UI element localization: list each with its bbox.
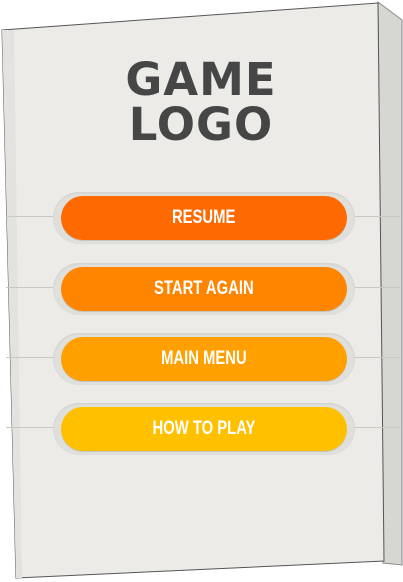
pause-menu-screen: GAME LOGO RESUME START AGAIN MAIN MENU H… [0, 0, 403, 582]
game-logo-line1: GAME [125, 53, 277, 106]
menu-row-how-to-play: HOW TO PLAY [0, 399, 403, 459]
menu-row-main-menu: MAIN MENU [0, 329, 403, 389]
resume-button[interactable]: RESUME [61, 196, 347, 240]
main-menu-button[interactable]: MAIN MENU [61, 337, 347, 381]
menu-row-resume: RESUME [0, 188, 403, 248]
divider-line [6, 216, 56, 217]
how-to-play-button[interactable]: HOW TO PLAY [61, 407, 347, 451]
resume-button-label: RESUME [172, 207, 236, 228]
menu-row-start-again: START AGAIN [0, 259, 403, 319]
divider-line [6, 427, 56, 428]
divider-line [6, 357, 56, 358]
start-again-button[interactable]: START AGAIN [61, 267, 347, 311]
game-logo-line2: LOGO [128, 98, 274, 151]
divider-line [6, 287, 56, 288]
start-again-button-label: START AGAIN [154, 278, 254, 299]
how-to-play-button-label: HOW TO PLAY [152, 418, 256, 439]
main-menu-button-label: MAIN MENU [161, 348, 247, 369]
